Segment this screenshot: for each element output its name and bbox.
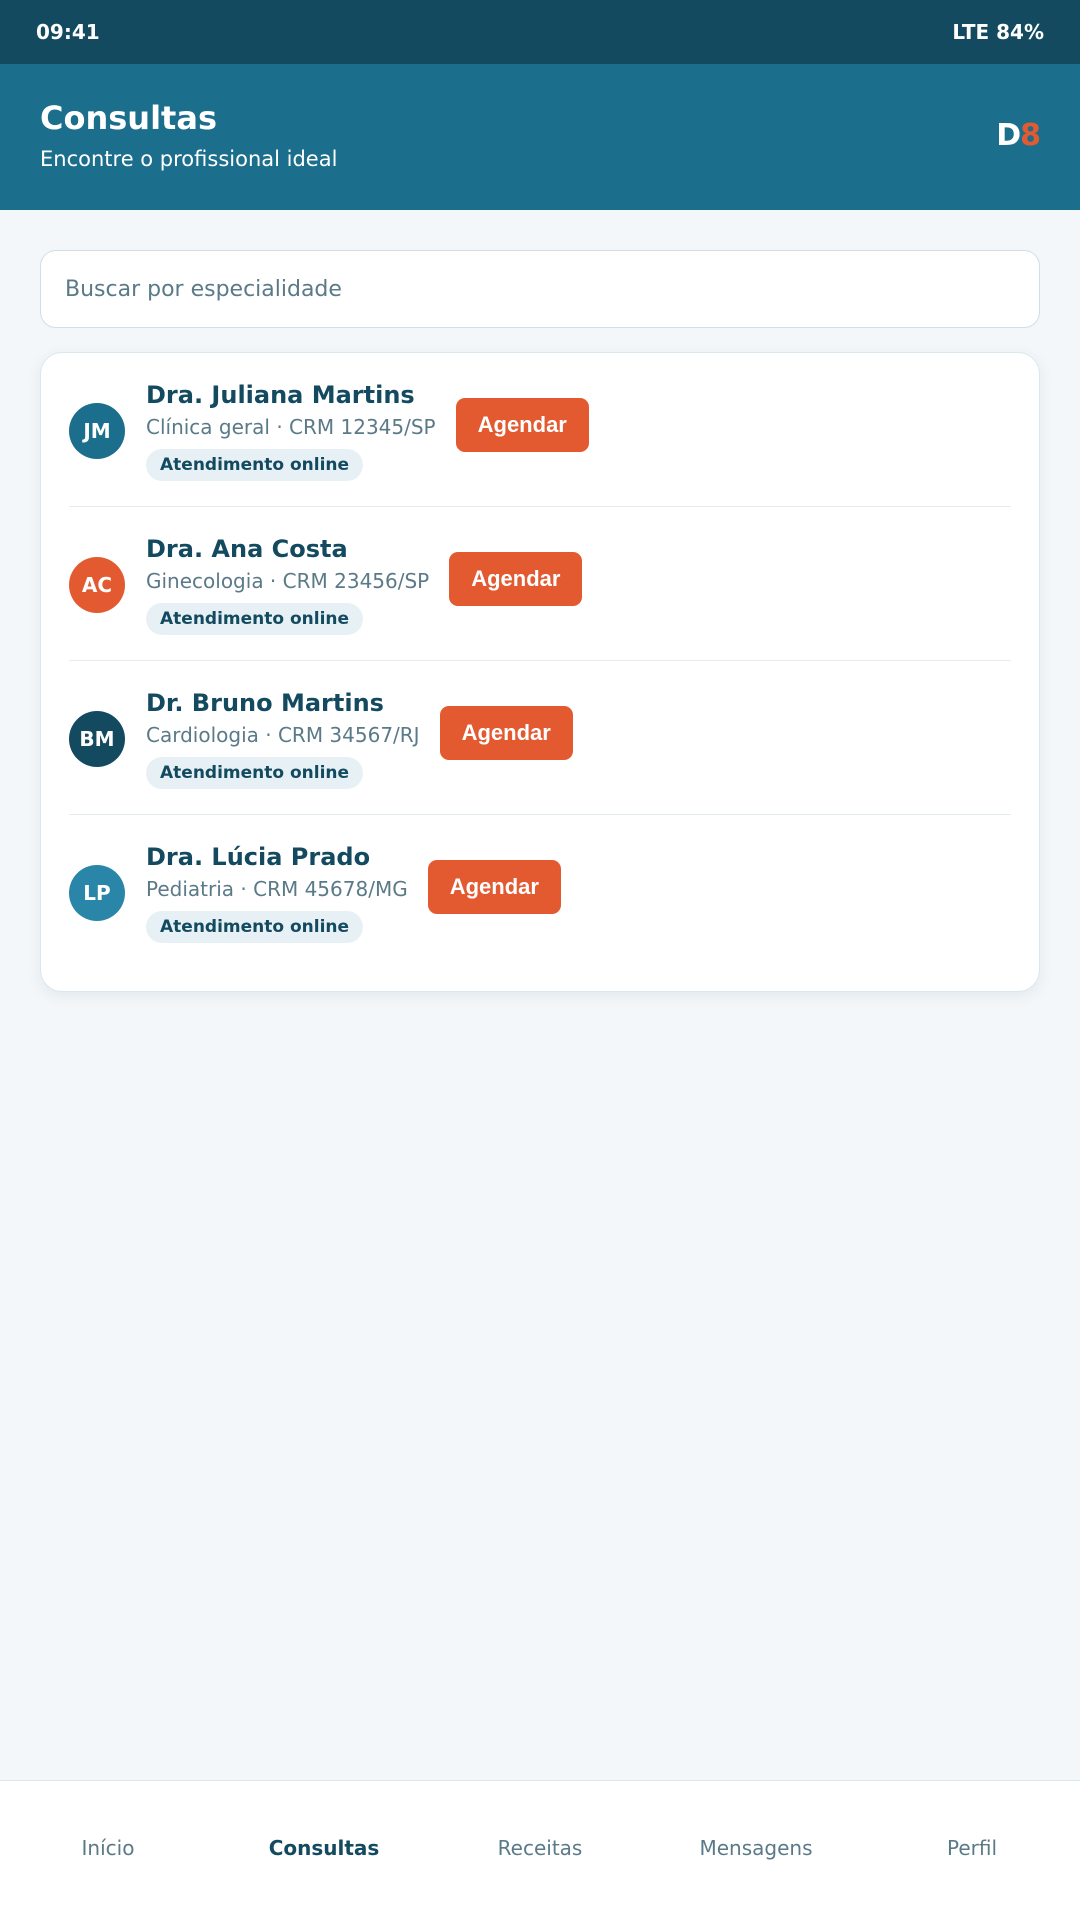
schedule-button[interactable]: Agendar [455, 397, 589, 452]
online-badge: Atendimento online [146, 448, 364, 481]
doctor-info: Dra. Ana Costa Ginecologia · CRM 23456/S… [146, 533, 429, 635]
doctor-specialty: Cardiologia · CRM 34567/RJ [146, 722, 420, 747]
doctor-row: BM Dr. Bruno Martins Cardiologia · CRM 3… [69, 661, 1011, 815]
schedule-button[interactable]: Agendar [439, 705, 573, 760]
doctor-name: Dr. Bruno Martins [146, 688, 384, 717]
page-title: Consultas [40, 99, 217, 137]
search-input[interactable] [65, 276, 1015, 302]
doctor-specialty: Ginecologia · CRM 23456/SP [146, 568, 430, 593]
status-bar: 09:41 LTE 84% [0, 0, 1080, 64]
avatar: JM [69, 402, 125, 459]
doctor-list: JM Dra. Juliana Martins Clínica geral · … [40, 352, 1040, 992]
doctor-info: Dra. Lúcia Prado Pediatria · CRM 45678/M… [146, 841, 408, 943]
avatar: AC [69, 556, 125, 613]
doctor-specialty: Pediatria · CRM 45678/MG [146, 877, 408, 901]
logo-part-2: 8 [1020, 118, 1041, 153]
doctor-row: LP Dra. Lúcia Prado Pediatria · CRM 4567… [69, 815, 1011, 969]
schedule-button[interactable]: Agendar [427, 860, 561, 914]
doctor-name: Dra. Ana Costa [146, 534, 348, 563]
online-badge: Atendimento online [146, 756, 364, 789]
doctor-info: Dra. Juliana Martins Clínica geral · CRM… [146, 379, 436, 481]
avatar: LP [69, 865, 125, 921]
online-badge: Atendimento online [146, 911, 364, 943]
bottom-nav: Início Consultas Receitas Mensagens Perf… [0, 1780, 1080, 1920]
doctor-info: Dr. Bruno Martins Cardiologia · CRM 3456… [146, 687, 420, 789]
status-signal: LTE 84% [952, 20, 1044, 44]
nav-item-consultas[interactable]: Consultas [216, 1836, 432, 1860]
nav-item-perfil[interactable]: Perfil [864, 1836, 1080, 1860]
status-time: 09:41 [36, 20, 100, 44]
app-header: Consultas Encontre o profissional ideal … [0, 64, 1080, 210]
doctor-name: Dra. Lúcia Prado [146, 843, 371, 871]
logo-part-1: D [996, 118, 1021, 153]
brand-logo: D8 [996, 118, 1041, 153]
nav-item-mensagens[interactable]: Mensagens [648, 1836, 864, 1860]
doctor-specialty: Clínica geral · CRM 12345/SP [146, 414, 436, 439]
page-subtitle: Encontre o profissional ideal [40, 147, 338, 171]
doctor-name: Dra. Juliana Martins [146, 380, 415, 409]
avatar: BM [69, 710, 125, 767]
search-box [40, 250, 1040, 328]
nav-item-receitas[interactable]: Receitas [432, 1836, 648, 1860]
doctor-row: AC Dra. Ana Costa Ginecologia · CRM 2345… [69, 507, 1011, 661]
doctor-row: JM Dra. Juliana Martins Clínica geral · … [69, 353, 1011, 507]
schedule-button[interactable]: Agendar [449, 551, 583, 606]
nav-item-inicio[interactable]: Início [0, 1836, 216, 1860]
online-badge: Atendimento online [146, 602, 364, 635]
